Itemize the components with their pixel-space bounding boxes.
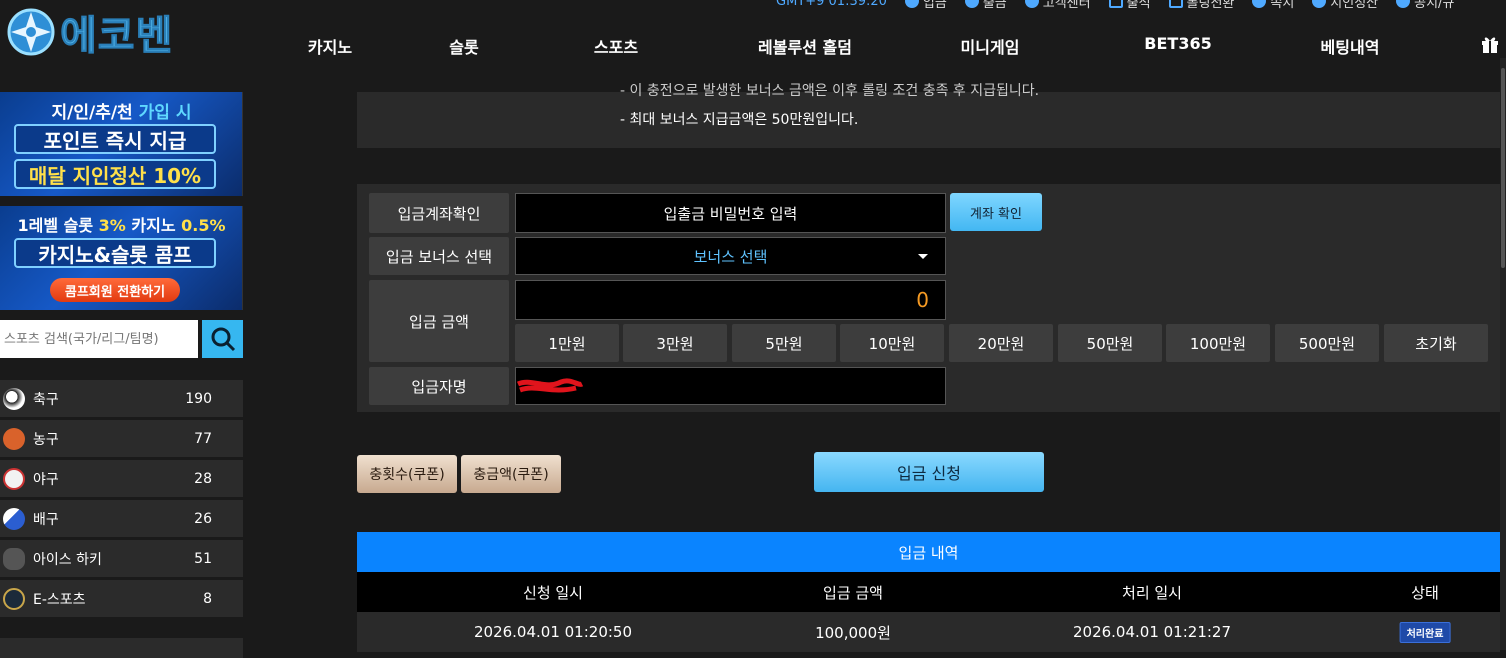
nav-bet-history[interactable]: 베팅내역 <box>1321 34 1380 58</box>
topbar-withdraw[interactable]: 출금 <box>964 0 1007 11</box>
soccer-ball-icon <box>3 387 25 410</box>
topbar-deposit[interactable]: 입금 <box>904 0 947 11</box>
top-utility-bar: GMT+9 01:39:20 입금 출금 고객센터 출석 롤링전환 쪽지 지인정… <box>776 0 1454 11</box>
topbar-rolling[interactable]: 롤링전환 <box>1168 0 1234 11</box>
server-clock: GMT+9 01:39:20 <box>776 0 887 9</box>
banner1-line1a: 지/인/추/천 <box>51 103 133 123</box>
amount-50k-button[interactable]: 5만원 <box>732 324 836 362</box>
deposit-history-title: 입금 내역 <box>357 532 1500 572</box>
search-icon <box>211 327 235 352</box>
deposit-form: 입금계좌확인 입출금 비밀번호 입력 계좌 확인 입금 보너스 선택 보너스 선… <box>357 184 1500 412</box>
banner2-pill: 콤프회원 전환하기 <box>50 278 180 302</box>
bonus-select-label: 입금 보너스 선택 <box>369 237 509 275</box>
sport-item-icehockey[interactable]: 아이스 하키 51 <box>0 540 243 577</box>
scrollbar-thumb[interactable] <box>1501 68 1505 268</box>
account-password-field[interactable]: 입출금 비밀번호 입력 <box>515 193 946 233</box>
nav-sports[interactable]: 스포츠 <box>594 34 638 58</box>
amount-input[interactable]: 0 <box>515 280 946 320</box>
amount-500k-button[interactable]: 50만원 <box>1058 324 1162 362</box>
notice-line1: - 이 충전으로 발생한 보너스 금액은 이후 롤링 조건 충족 후 지급됩니다… <box>620 83 1040 99</box>
banner2-box: 카지노&슬롯 콤프 <box>14 238 216 268</box>
banner2-line1c: 카지노 <box>131 216 176 235</box>
users-icon <box>1312 0 1327 8</box>
coupon-amount-button[interactable]: 충금액(쿠폰) <box>461 455 561 493</box>
sports-search <box>0 320 243 358</box>
volleyball-icon <box>3 507 25 530</box>
sidebar-next-section <box>0 638 243 658</box>
amount-reset-button[interactable]: 초기화 <box>1384 324 1488 362</box>
history-column-headers: 신청 일시 입금 금액 처리 일시 상태 <box>357 572 1500 612</box>
coupon-count-button[interactable]: 충횟수(쿠폰) <box>357 455 457 493</box>
sport-item-soccer[interactable]: 축구 190 <box>0 380 243 417</box>
calendar-icon <box>1108 0 1123 8</box>
sports-search-input[interactable] <box>0 320 198 358</box>
headset-icon <box>1024 0 1039 8</box>
plus-icon <box>904 0 919 8</box>
hockey-puck-icon <box>3 547 25 570</box>
minus-icon <box>964 0 979 8</box>
topbar-attendance[interactable]: 출석 <box>1108 0 1151 11</box>
banner2-line1b: 3% <box>98 216 126 235</box>
nav-minigame[interactable]: 미니게임 <box>961 34 1020 58</box>
nav-bet365[interactable]: BET365 <box>1144 34 1211 53</box>
notice-line2: - 최대 보너스 지급금액은 50만원입니다. <box>620 112 859 128</box>
row-amount: 100,000원 <box>815 623 891 642</box>
nav-casino[interactable]: 카지노 <box>308 34 352 58</box>
comp-banner[interactable]: 1레벨 슬롯 3% 카지노 0.5% 카지노&슬롯 콤프 콤프회원 전환하기 <box>0 206 243 310</box>
mail-icon <box>1252 0 1267 8</box>
topbar-support[interactable]: 고객센터 <box>1024 0 1091 11</box>
megaphone-icon <box>1396 0 1411 8</box>
deposit-submit-button[interactable]: 입금 신청 <box>814 452 1044 492</box>
banner1-box2: 매달 지인정산 10% <box>14 159 216 189</box>
amount-5m-button[interactable]: 500만원 <box>1275 324 1379 362</box>
sidebar: 지/인/추/천 가입 시 포인트 즉시 지급 매달 지인정산 10% 1레벨 슬… <box>0 92 243 658</box>
exchange-icon <box>1168 0 1183 8</box>
col-processed: 처리 일시 <box>1122 583 1182 602</box>
topbar-messages[interactable]: 쪽지 <box>1252 0 1294 11</box>
bonus-select[interactable]: 보너스 선택 <box>515 237 946 275</box>
depositor-field[interactable] <box>515 367 946 405</box>
account-check-button[interactable]: 계좌 확인 <box>950 193 1042 231</box>
main-nav: 카지노 슬롯 스포츠 레볼루션 홀덤 미니게임 BET365 베팅내역 <box>0 34 1506 58</box>
account-check-label: 입금계좌확인 <box>369 193 509 233</box>
col-amount: 입금 금액 <box>823 583 883 602</box>
depositor-label: 입금자명 <box>369 367 509 405</box>
table-row: 2026.04.01 01:20:50 100,000원 2026.04.01 … <box>357 612 1500 652</box>
banner1-box1: 포인트 즉시 지급 <box>14 124 216 154</box>
header: 에코벤 GMT+9 01:39:20 입금 출금 고객센터 출석 롤링전환 쪽지… <box>0 0 1506 92</box>
sports-search-button[interactable] <box>202 320 243 358</box>
amount-100k-button[interactable]: 10만원 <box>840 324 944 362</box>
basketball-icon <box>3 427 25 450</box>
col-status: 상태 <box>1411 583 1439 602</box>
nav-slot[interactable]: 슬롯 <box>449 34 478 58</box>
status-badge: 처리완료 <box>1399 621 1451 643</box>
baseball-icon <box>3 467 25 490</box>
chevron-down-icon <box>918 254 928 259</box>
sport-item-baseball[interactable]: 야구 28 <box>0 460 243 497</box>
banner2-line1d: 0.5% <box>181 216 226 235</box>
sport-item-esports[interactable]: E-스포츠 8 <box>0 580 243 617</box>
banner2-line1a: 1레벨 슬롯 <box>17 216 94 235</box>
nav-revolution-holdem[interactable]: 레볼루션 홀덤 <box>758 34 852 58</box>
bonus-notice: - 이 충전으로 발생한 보너스 금액은 이후 롤링 조건 충족 후 지급됩니다… <box>357 83 1500 148</box>
banner1-line1b: 가입 시 <box>138 103 192 123</box>
gift-icon[interactable] <box>1481 35 1499 53</box>
redacted-name-scribble <box>516 378 584 393</box>
sport-item-basketball[interactable]: 농구 77 <box>0 420 243 457</box>
topbar-referral[interactable]: 지인정산 <box>1312 0 1378 11</box>
referral-banner[interactable]: 지/인/추/천 가입 시 포인트 즉시 지급 매달 지인정산 10% <box>0 92 243 196</box>
page-scrollbar[interactable] <box>1500 58 1506 650</box>
amount-label: 입금 금액 <box>369 280 509 362</box>
col-requested: 신청 일시 <box>523 583 583 602</box>
amount-200k-button[interactable]: 20만원 <box>949 324 1053 362</box>
sport-item-volleyball[interactable]: 배구 26 <box>0 500 243 537</box>
row-requested: 2026.04.01 01:20:50 <box>473 623 633 641</box>
esports-icon <box>3 587 25 610</box>
amount-10k-button[interactable]: 1만원 <box>515 324 619 362</box>
amount-1m-button[interactable]: 100만원 <box>1166 324 1270 362</box>
amount-30k-button[interactable]: 3만원 <box>623 324 727 362</box>
row-processed: 2026.04.01 01:21:27 <box>1072 623 1232 641</box>
topbar-notice[interactable]: 공지/규 <box>1396 0 1454 11</box>
bonus-select-value: 보너스 선택 <box>693 247 768 266</box>
